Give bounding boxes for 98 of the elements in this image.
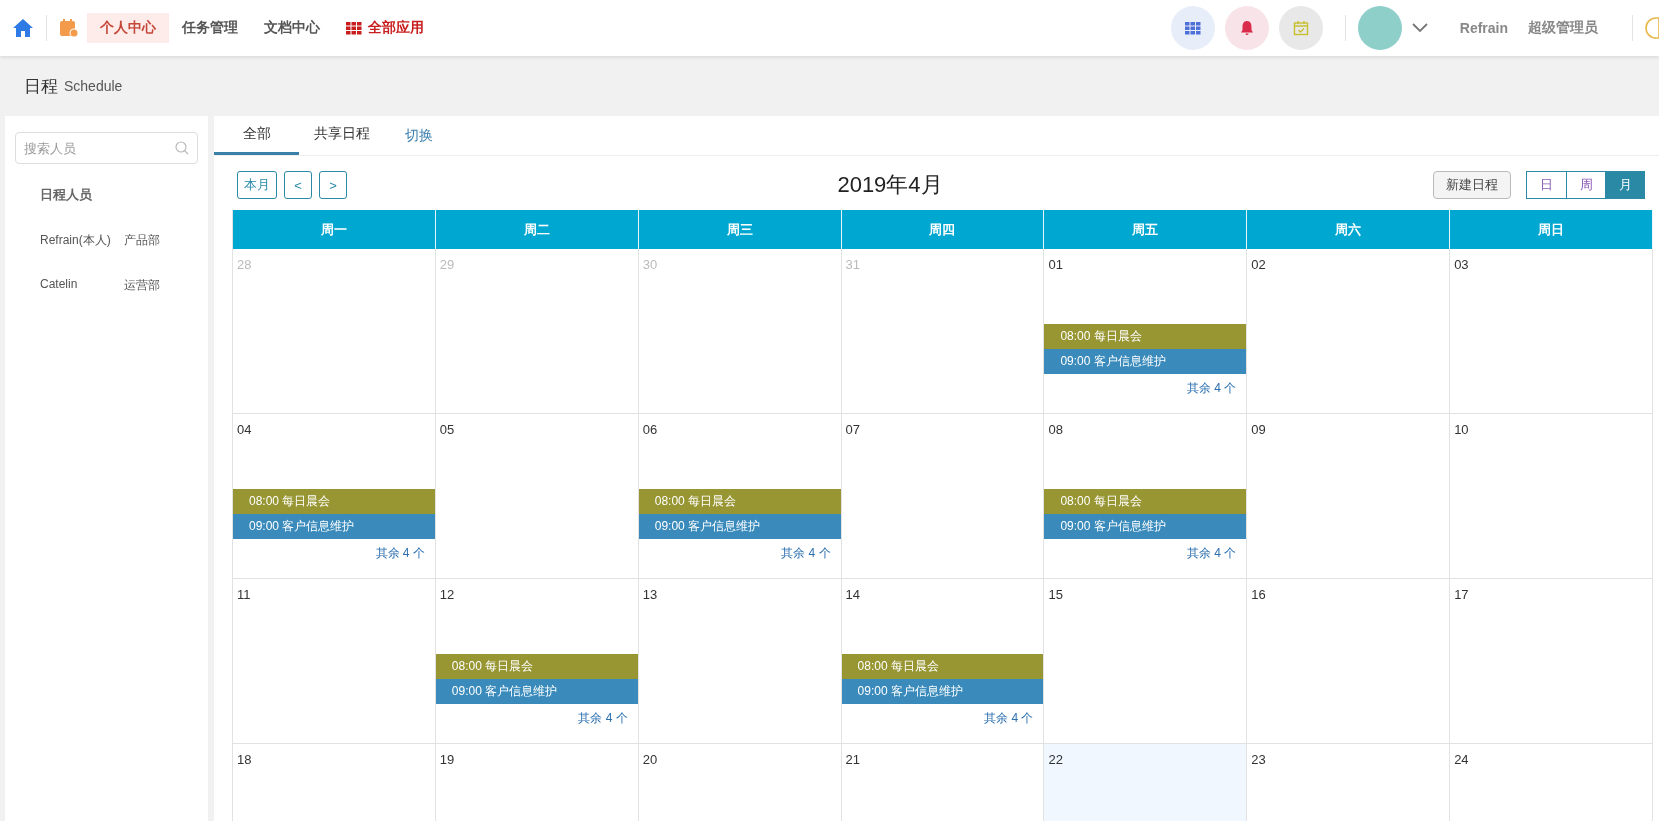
day-number: 20 (641, 751, 658, 767)
day-cell[interactable]: 13 (638, 579, 842, 744)
section-heading: 日程人员 (39, 186, 93, 204)
day-number: 13 (641, 586, 658, 602)
event-bar[interactable]: 09:00 客户信息维护 (233, 514, 435, 539)
month-title: 2019年4月 (836, 171, 944, 199)
day-number: 06 (641, 421, 658, 437)
day-number: 03 (1453, 256, 1469, 272)
day-number: 28 (236, 256, 252, 272)
bell-icon (1238, 20, 1255, 36)
day-number: 02 (1250, 256, 1266, 272)
event-bar[interactable]: 09:00 客户信息维护 (1044, 349, 1247, 374)
more-events-link[interactable]: 其余 4 个 (578, 710, 628, 727)
person-name[interactable]: Catelin (40, 277, 124, 294)
day-number: 11 (236, 586, 251, 602)
day-number: 29 (438, 256, 455, 272)
day-number: 22 (1047, 751, 1063, 767)
grid-icon (1184, 21, 1201, 35)
day-number: 16 (1250, 586, 1266, 602)
weekday-header: 周三 (638, 210, 842, 249)
weekday-header: 周一 (233, 210, 436, 249)
day-cell[interactable]: 01 08:00 每日晨会 09:00 客户信息维护 其余 4 个 (1044, 249, 1248, 414)
day-number: 10 (1453, 421, 1469, 437)
day-cell[interactable]: 14 08:00 每日晨会 09:00 客户信息维护 其余 4 个 (841, 579, 1045, 744)
day-number: 15 (1047, 586, 1063, 602)
new-schedule-button[interactable]: 新建日程 (1433, 171, 1511, 199)
weekday-header: 周二 (435, 210, 639, 249)
day-cell[interactable]: 10 (1450, 414, 1653, 579)
next-button[interactable]: > (319, 171, 347, 199)
day-number: 24 (1453, 751, 1469, 767)
more-events-link[interactable]: 其余 4 个 (1186, 380, 1237, 397)
more-events-link[interactable]: 其余 4 个 (781, 545, 831, 562)
nav-item[interactable]: 全部应用 (333, 13, 437, 43)
day-number: 31 (844, 256, 861, 272)
day-number: 23 (1250, 751, 1266, 767)
notification-button[interactable] (1224, 6, 1269, 50)
chevron-down-icon[interactable] (1411, 23, 1428, 33)
event-bar[interactable]: 09:00 客户信息维护 (1044, 514, 1247, 539)
more-events-link[interactable]: 其余 4 个 (1186, 545, 1237, 562)
day-cell[interactable]: 03 (1450, 249, 1653, 414)
event-bar[interactable]: 09:00 客户信息维护 (435, 679, 638, 704)
more-events-link[interactable]: 其余 4 个 (984, 710, 1034, 727)
day-number: 08 (1047, 421, 1063, 437)
this-month-button[interactable]: 本月 (237, 171, 277, 199)
page-title: 日程 (24, 75, 58, 98)
tab[interactable]: 全部 (214, 116, 299, 155)
grid-icon (346, 21, 362, 35)
day-cell[interactable]: 07 (841, 414, 1045, 579)
day-number: 21 (844, 751, 861, 767)
day-cell[interactable]: 02 (1247, 249, 1451, 414)
day-cell[interactable]: 04 08:00 每日晨会 09:00 客户信息维护 其余 4 个 (233, 414, 436, 579)
view-button[interactable]: 月 (1605, 172, 1644, 198)
tab[interactable]: 共享日程 (299, 116, 384, 155)
day-cell[interactable]: 08 08:00 每日晨会 09:00 客户信息维护 其余 4 个 (1044, 414, 1248, 579)
nav-item[interactable]: 文档中心 (251, 13, 333, 43)
day-number: 04 (236, 421, 252, 437)
user-role: 超级管理员 (1528, 19, 1598, 37)
search-field[interactable]: 搜索人员 (15, 132, 198, 164)
day-number: 01 (1047, 256, 1063, 272)
day-number: 18 (236, 751, 252, 767)
previous-button[interactable]: < (284, 171, 312, 199)
switch-link[interactable]: 切换 (384, 116, 454, 155)
day-cell[interactable]: 12 08:00 每日晨会 09:00 客户信息维护 其余 4 个 (435, 579, 639, 744)
calendar-check-icon (1292, 20, 1309, 36)
apps-button[interactable] (1170, 6, 1215, 50)
nav-item[interactable]: 任务管理 (169, 13, 251, 43)
day-number: 14 (844, 586, 861, 602)
day-cell[interactable]: 06 08:00 每日晨会 09:00 客户信息维护 其余 4 个 (638, 414, 842, 579)
event-bar[interactable]: 09:00 客户信息维护 (638, 514, 841, 539)
day-number: 07 (844, 421, 861, 437)
weekday-header: 周日 (1450, 210, 1653, 249)
day-number: 05 (438, 421, 455, 437)
calendar-icon[interactable] (59, 18, 79, 38)
day-number: 12 (438, 586, 455, 602)
search-icon (175, 141, 189, 155)
weekday-header: 周四 (841, 210, 1045, 249)
day-number: 17 (1453, 586, 1469, 602)
event-bar[interactable]: 09:00 客户信息维护 (841, 679, 1044, 704)
day-cell[interactable]: 11 (233, 579, 436, 744)
person-department: 运营部 (124, 277, 160, 294)
nav-item[interactable]: 个人中心 (87, 13, 169, 43)
person-department: 产品部 (124, 232, 160, 249)
day-cell[interactable]: 15 (1044, 579, 1248, 744)
page-subtitle: Schedule (64, 78, 123, 94)
more-events-link[interactable]: 其余 4 个 (375, 545, 425, 562)
day-number: 09 (1250, 421, 1266, 437)
day-number: 30 (641, 256, 658, 272)
day-cell[interactable]: 16 (1247, 579, 1451, 744)
weekday-header: 周五 (1044, 210, 1248, 249)
user-name: Refrain (1459, 20, 1508, 36)
day-cell[interactable]: 22 (1044, 744, 1248, 821)
person-name[interactable]: Refrain(本人) (40, 232, 124, 249)
day-number: 19 (438, 751, 455, 767)
day-cell[interactable]: 05 (435, 414, 639, 579)
day-cell[interactable]: 09 (1247, 414, 1451, 579)
home-icon[interactable] (12, 18, 34, 38)
day-cell[interactable]: 17 (1450, 579, 1653, 744)
weekday-header: 周六 (1247, 210, 1451, 249)
